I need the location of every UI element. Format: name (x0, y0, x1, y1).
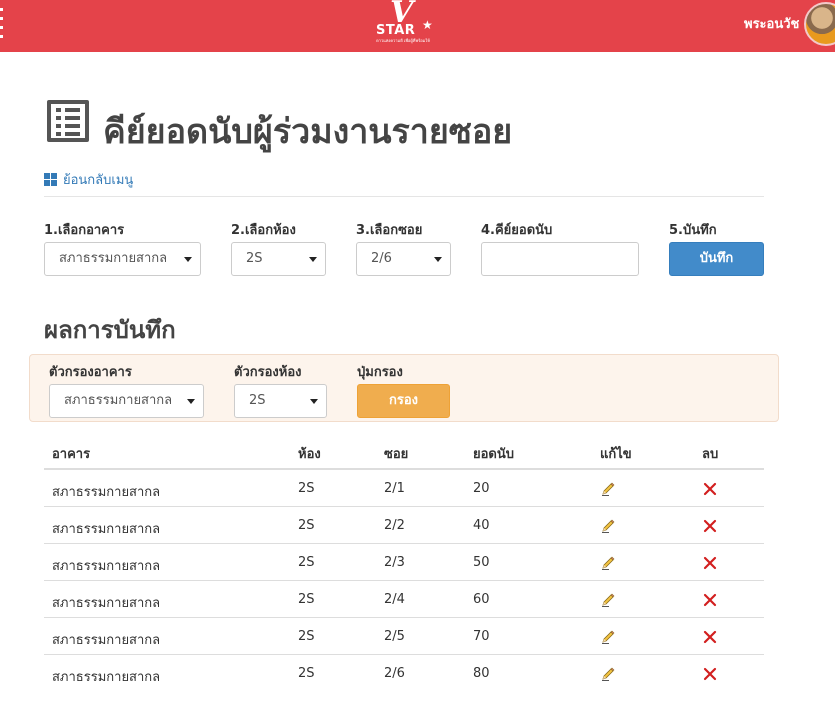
filter-button-label: ปุ่มกรอง (357, 365, 403, 380)
cell-room: 2S (298, 518, 315, 533)
building-select-value: สภาธรรมกายสากล (59, 251, 168, 266)
cell-soi: 2/3 (384, 555, 405, 570)
building-label: 1.เลือกอาคาร (44, 223, 125, 238)
pencil-icon[interactable] (600, 629, 616, 645)
cell-room: 2S (298, 629, 315, 644)
back-to-menu-link[interactable]: ย้อนกลับเมนู (44, 169, 133, 190)
cell-count: 60 (473, 592, 490, 607)
caret-down-icon (434, 257, 442, 262)
filter-building-label: ตัวกรองอาคาร (49, 365, 132, 380)
x-icon[interactable] (702, 555, 718, 571)
table-header: อาคาร ห้อง ซอย ยอดนับ แก้ไข ลบ (44, 432, 764, 470)
count-label: 4.คีย์ยอดนับ (481, 223, 553, 238)
soi-select-value: 2/6 (371, 251, 392, 266)
top-navbar: V STAR ★ ดาวแห่งความดี เพื่อผู้ที่พร้อมใ… (0, 0, 835, 52)
cell-building: สภาธรรมกายสากล (52, 559, 161, 574)
cell-room: 2S (298, 592, 315, 607)
cell-count: 40 (473, 518, 490, 533)
pencil-icon[interactable] (600, 666, 616, 682)
user-name[interactable]: พระอนวัช (744, 13, 799, 34)
col-edit: แก้ไข (600, 447, 632, 462)
pencil-icon[interactable] (600, 481, 616, 497)
list-icon (47, 100, 89, 142)
cell-count: 80 (473, 666, 490, 681)
col-building: อาคาร (52, 447, 91, 462)
vstar-logo[interactable]: V STAR ★ ดาวแห่งความดี เพื่อผู้ที่พร้อมใ… (368, 0, 438, 48)
cell-soi: 2/4 (384, 592, 405, 607)
col-delete: ลบ (702, 447, 719, 462)
filter-button[interactable]: กรอง (357, 384, 450, 418)
cell-room: 2S (298, 666, 315, 681)
divider (44, 196, 764, 197)
save-button[interactable]: บันทึก (669, 242, 764, 276)
filter-room-label: ตัวกรองห้อง (234, 365, 302, 380)
room-select-value: 2S (246, 251, 263, 266)
filter-room-select[interactable]: 2S (234, 384, 327, 418)
cell-count: 70 (473, 629, 490, 644)
cell-count: 20 (473, 481, 490, 496)
table-row: สภาธรรมกายสากล 2S 2/1 20 (44, 470, 764, 507)
table-row: สภาธรรมกายสากล 2S 2/5 70 (44, 618, 764, 655)
save-label: 5.บันทึก (669, 223, 717, 238)
cell-building: สภาธรรมกายสากล (52, 670, 161, 685)
logo-word: STAR (376, 23, 416, 38)
col-room: ห้อง (298, 447, 321, 462)
caret-down-icon (309, 257, 317, 262)
x-icon[interactable] (702, 666, 718, 682)
back-link-label: ย้อนกลับเมนู (63, 173, 134, 188)
star-icon: ★ (422, 18, 433, 32)
grid-icon (44, 173, 57, 186)
cell-soi: 2/1 (384, 481, 405, 496)
room-label: 2.เลือกห้อง (231, 223, 296, 238)
caret-down-icon (187, 399, 195, 404)
x-icon[interactable] (702, 629, 718, 645)
cell-soi: 2/5 (384, 629, 405, 644)
filter-building-select[interactable]: สภาธรรมกายสากล (49, 384, 204, 418)
caret-down-icon (310, 399, 318, 404)
cell-count: 50 (473, 555, 490, 570)
filter-building-value: สภาธรรมกายสากล (64, 393, 173, 408)
table-row: สภาธรรมกายสากล 2S 2/2 40 (44, 507, 764, 544)
pencil-icon[interactable] (600, 555, 616, 571)
results-table: อาคาร ห้อง ซอย ยอดนับ แก้ไข ลบ สภาธรรมกา… (44, 432, 764, 692)
cell-soi: 2/6 (384, 666, 405, 681)
table-body: สภาธรรมกายสากล 2S 2/1 20 สภาธรรมกายสากล … (44, 470, 764, 692)
table-row: สภาธรรมกายสากล 2S 2/3 50 (44, 544, 764, 581)
cell-building: สภาธรรมกายสากล (52, 633, 161, 648)
cell-building: สภาธรรมกายสากล (52, 522, 161, 537)
pencil-icon[interactable] (600, 592, 616, 608)
logo-tagline: ดาวแห่งความดี เพื่อผู้ที่พร้อมให้ (376, 38, 430, 43)
caret-down-icon (184, 257, 192, 262)
cell-room: 2S (298, 555, 315, 570)
table-row: สภาธรรมกายสากล 2S 2/4 60 (44, 581, 764, 618)
cell-building: สภาธรรมกายสากล (52, 596, 161, 611)
cell-building: สภาธรรมกายสากล (52, 485, 161, 500)
count-input[interactable] (481, 242, 639, 276)
x-icon[interactable] (702, 592, 718, 608)
table-row: สภาธรรมกายสากล 2S 2/6 80 (44, 655, 764, 692)
building-select[interactable]: สภาธรรมกายสากล (44, 242, 201, 276)
soi-select[interactable]: 2/6 (356, 242, 451, 276)
x-icon[interactable] (702, 481, 718, 497)
filter-room-value: 2S (249, 393, 266, 408)
col-soi: ซอย (384, 447, 409, 462)
cell-soi: 2/2 (384, 518, 405, 533)
room-select[interactable]: 2S (231, 242, 326, 276)
cell-room: 2S (298, 481, 315, 496)
page-title: คีย์ยอดนับผู้ร่วมงานรายซอย (103, 112, 513, 152)
results-title: ผลการบันทึก (44, 316, 176, 344)
col-count: ยอดนับ (473, 447, 515, 462)
soi-label: 3.เลือกซอย (356, 223, 423, 238)
pencil-icon[interactable] (600, 518, 616, 534)
avatar[interactable] (804, 2, 835, 46)
menu-icon[interactable] (0, 8, 4, 38)
x-icon[interactable] (702, 518, 718, 534)
